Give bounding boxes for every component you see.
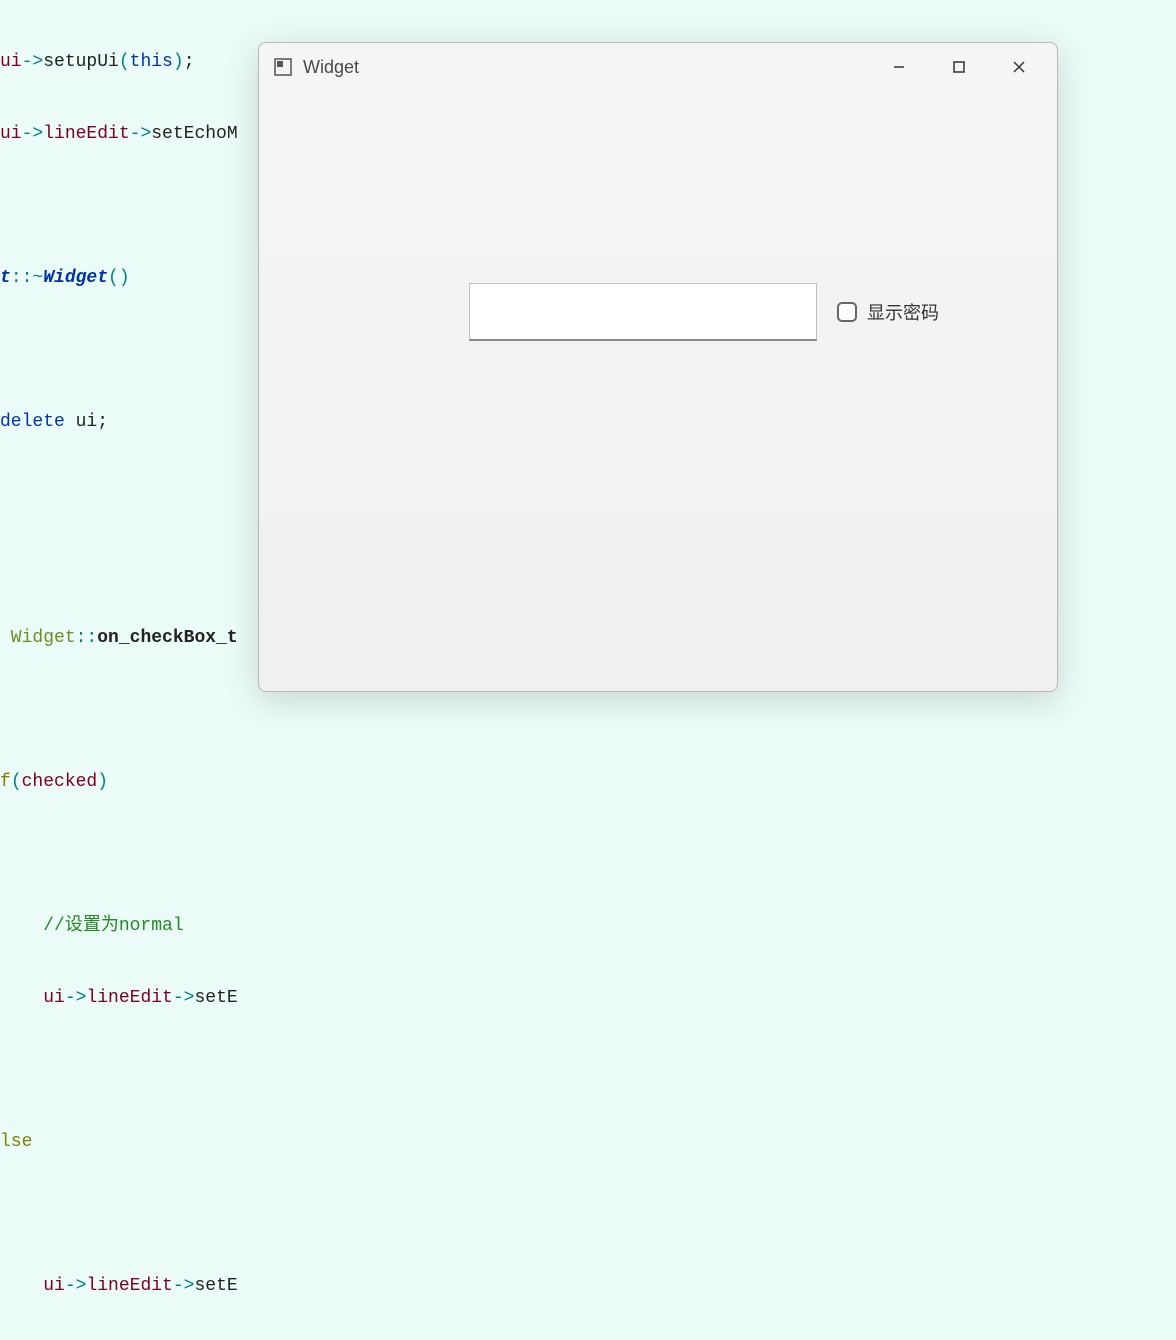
code-token: )	[119, 268, 130, 288]
code-token: lineEdit	[86, 988, 172, 1008]
code-token: (	[108, 268, 119, 288]
code-token: (	[119, 52, 130, 72]
code-token: ;	[97, 412, 108, 432]
code-token: f	[0, 772, 11, 792]
password-input[interactable]	[469, 283, 817, 341]
window-title: Widget	[303, 57, 359, 78]
code-token: ->	[173, 988, 195, 1008]
show-password-checkbox-container: 显示密码	[837, 299, 939, 325]
close-button[interactable]	[989, 47, 1049, 87]
code-token: ::~	[11, 268, 43, 288]
widget-window: Widget 显示密码	[258, 42, 1058, 692]
code-token: checked	[22, 772, 98, 792]
code-token: ui	[0, 124, 22, 144]
code-token: ->	[22, 124, 44, 144]
minimize-icon	[892, 60, 906, 74]
code-token: ->	[173, 1276, 195, 1296]
window-content-area: 显示密码	[259, 91, 1057, 691]
code-token: (	[11, 772, 22, 792]
code-token: ui	[43, 988, 65, 1008]
code-token: Widget	[43, 268, 108, 288]
window-app-icon	[273, 57, 293, 77]
code-token: on_checkBox_t	[97, 628, 237, 648]
code-token: Widget	[0, 628, 76, 648]
code-token: ->	[22, 52, 44, 72]
window-titlebar[interactable]: Widget	[259, 43, 1057, 91]
code-token: setupUi	[43, 52, 119, 72]
code-token: ->	[65, 1276, 87, 1296]
code-token: ui	[43, 1276, 65, 1296]
close-icon	[1012, 60, 1026, 74]
code-token: ;	[184, 52, 195, 72]
code-comment: //设置为normal	[43, 916, 183, 936]
show-password-checkbox[interactable]	[837, 302, 857, 322]
code-token: ->	[65, 988, 87, 1008]
code-token: ui	[0, 52, 22, 72]
code-token: ::	[76, 628, 98, 648]
code-token: delete	[0, 412, 65, 432]
code-token: setE	[194, 1276, 237, 1296]
code-token: ui	[65, 412, 97, 432]
code-token: )	[97, 772, 108, 792]
code-token: lineEdit	[86, 1276, 172, 1296]
code-token: lse	[0, 1132, 32, 1152]
code-token: )	[173, 52, 184, 72]
maximize-icon	[952, 60, 966, 74]
code-token: ->	[130, 124, 152, 144]
show-password-label: 显示密码	[867, 299, 939, 325]
minimize-button[interactable]	[869, 47, 929, 87]
maximize-button[interactable]	[929, 47, 989, 87]
code-token: setE	[194, 988, 237, 1008]
code-token: t	[0, 268, 11, 288]
code-token: this	[130, 52, 173, 72]
code-token: setEchoM	[151, 124, 237, 144]
code-token: lineEdit	[43, 124, 129, 144]
